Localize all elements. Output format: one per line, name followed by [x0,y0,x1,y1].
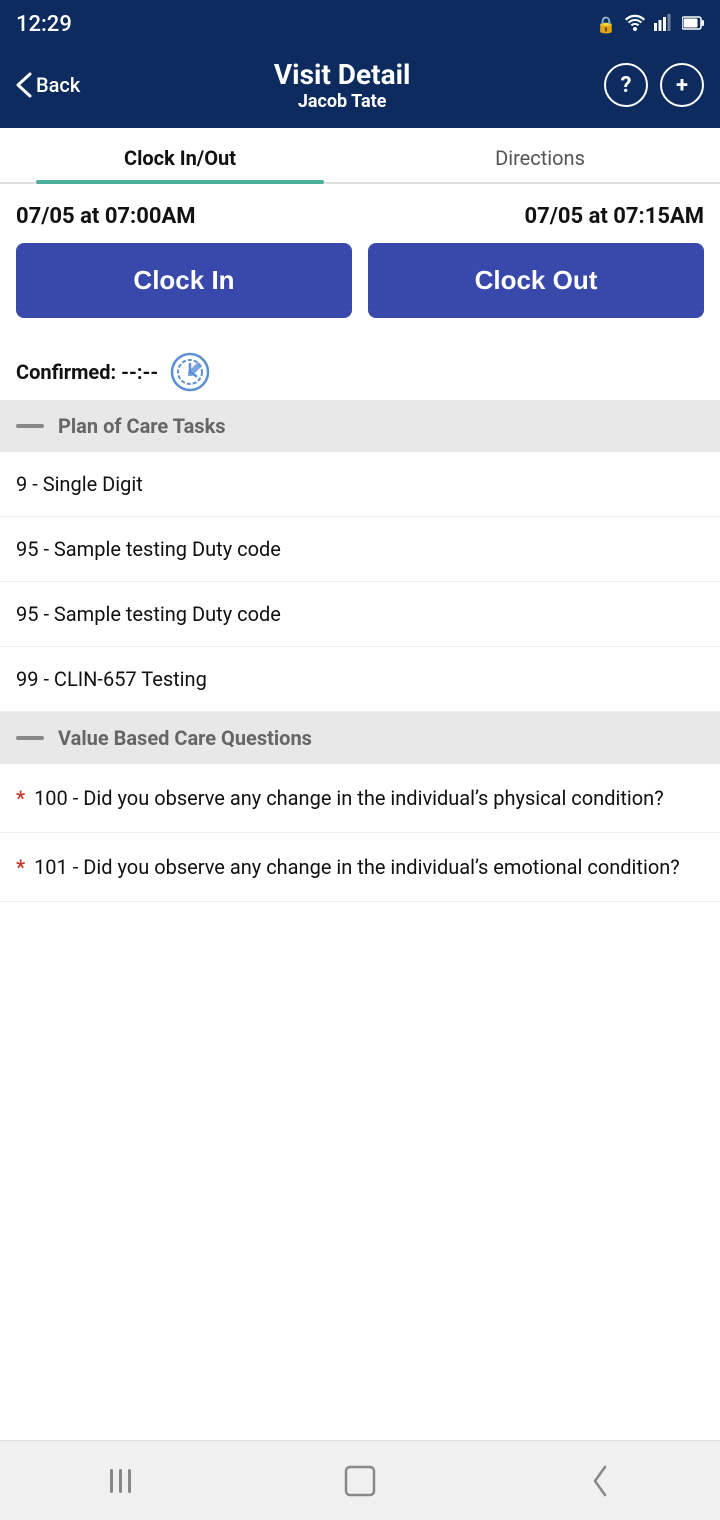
back-chevron-icon [589,1463,611,1499]
header-actions: ? + [604,63,704,107]
status-icons: 🔒 [596,13,704,35]
help-button[interactable]: ? [604,63,648,107]
value-based-care-title: Value Based Care Questions [58,726,312,750]
question-number: 100 [34,786,68,810]
header-title-group: Visit Detail Jacob Tate [80,58,604,112]
plan-of-care-title: Plan of Care Tasks [58,414,226,438]
task-item[interactable]: 95 - Sample testing Duty code [0,582,720,647]
home-icon [342,1463,378,1499]
section-dash-icon [16,736,44,740]
clock-section: 07/05 at 07:00AM 07/05 at 07:15AM Clock … [0,184,720,338]
section-dash-icon [16,424,44,428]
bottom-nav [0,1440,720,1520]
security-icon: 🔒 [596,15,616,34]
patient-name: Jacob Tate [80,91,604,112]
confirmed-label: Confirmed: --:-- [16,360,158,384]
nav-back-button[interactable] [570,1451,630,1511]
tab-clock-in-out[interactable]: Clock In/Out [0,128,360,182]
status-time: 12:29 [16,12,72,37]
signal-icon [654,13,674,35]
page-title: Visit Detail [80,58,604,91]
battery-icon [682,15,704,34]
value-based-care-header: Value Based Care Questions [0,712,720,764]
edit-time-icon[interactable] [170,352,210,392]
question-text: Did you observe any change in the indivi… [83,786,663,810]
nav-home-button[interactable] [330,1451,390,1511]
plan-of-care-header: Plan of Care Tasks [0,400,720,452]
nav-menu-button[interactable] [90,1451,150,1511]
task-list: 9 - Single Digit 95 - Sample testing Dut… [0,452,720,712]
question-text: Did you observe any change in the indivi… [83,855,679,879]
menu-lines-icon [110,1469,131,1493]
clock-times: 07/05 at 07:00AM 07/05 at 07:15AM [16,204,704,229]
task-item[interactable]: 99 - CLIN-657 Testing [0,647,720,712]
app-header: Back Visit Detail Jacob Tate ? + [0,48,720,128]
back-label: Back [36,73,80,97]
clock-in-time: 07/05 at 07:00AM [16,204,196,229]
status-bar: 12:29 🔒 [0,0,720,48]
required-marker: * [16,855,25,879]
main-content: 07/05 at 07:00AM 07/05 at 07:15AM Clock … [0,184,720,1171]
question-item[interactable]: * 101 - Did you observe any change in th… [0,833,720,902]
clock-out-button[interactable]: Clock Out [368,243,704,318]
question-item[interactable]: * 100 - Did you observe any change in th… [0,764,720,833]
confirmed-value: --:-- [121,360,158,384]
question-number: 101 [34,855,68,879]
tab-directions[interactable]: Directions [360,128,720,182]
back-button[interactable]: Back [16,72,80,98]
wifi-icon [624,13,646,35]
spacer [0,1171,720,1440]
confirmed-row: Confirmed: --:-- [0,338,720,400]
clock-buttons: Clock In Clock Out [16,243,704,318]
task-item[interactable]: 95 - Sample testing Duty code [0,517,720,582]
questions-list: * 100 - Did you observe any change in th… [0,764,720,902]
clock-in-button[interactable]: Clock In [16,243,352,318]
add-button[interactable]: + [660,63,704,107]
tab-bar: Clock In/Out Directions [0,128,720,184]
clock-out-time: 07/05 at 07:15AM [524,204,704,229]
task-item[interactable]: 9 - Single Digit [0,452,720,517]
required-marker: * [16,786,25,810]
